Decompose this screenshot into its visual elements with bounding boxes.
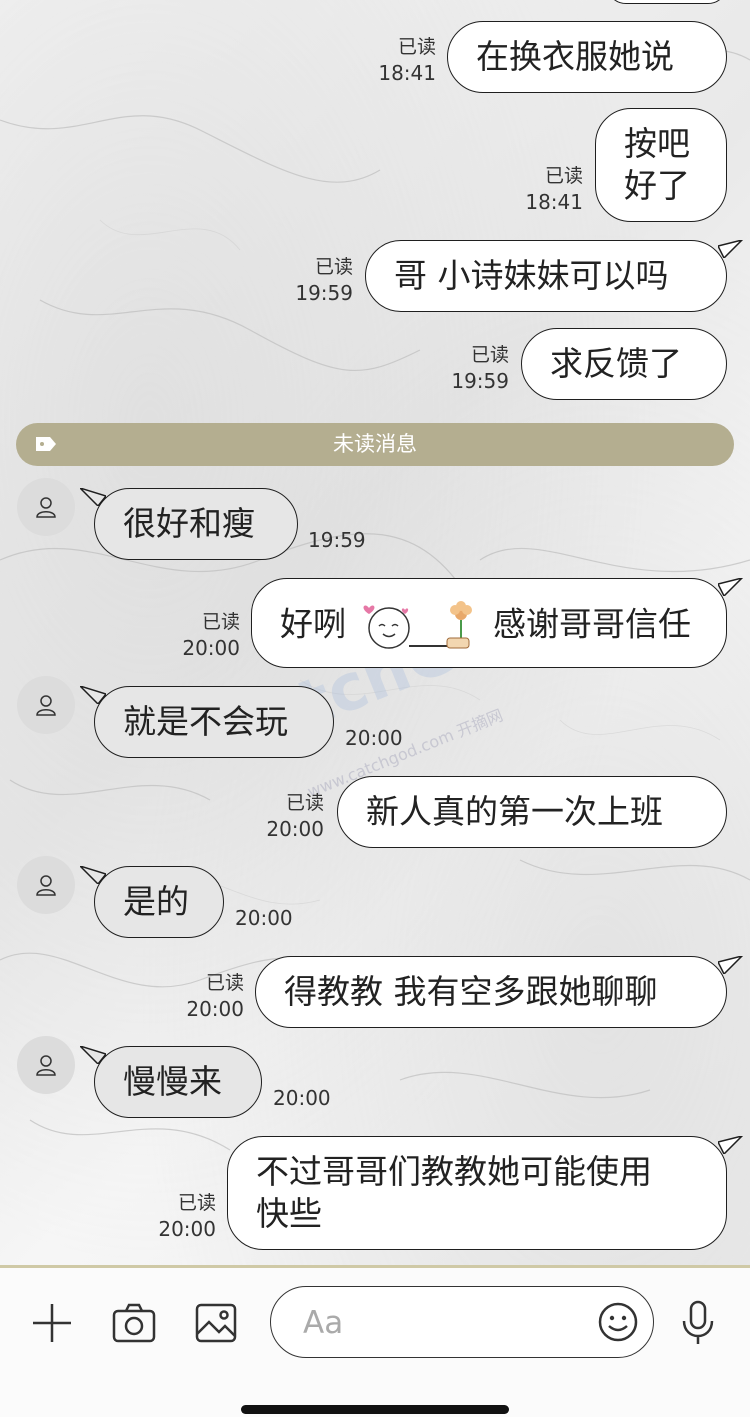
- outgoing-message[interactable]: 新人真的第一次上班: [337, 776, 727, 848]
- partial-bubble: [606, 0, 728, 4]
- person-icon: [36, 497, 56, 518]
- read-status: 已读: [285, 792, 324, 814]
- image-icon: [195, 1303, 237, 1343]
- emoji-icon[interactable]: [597, 1301, 639, 1343]
- message-text: 是的: [123, 882, 189, 921]
- message-meta: 已读 18:41: [517, 163, 583, 215]
- message-time: 20:00: [266, 817, 324, 841]
- read-status: 已读: [205, 972, 244, 994]
- camera-icon: [112, 1303, 156, 1343]
- chat-area[interactable]: 已读 18:41 在换衣服她说 已读 18:41 按吧 好了 已读 19:59 …: [0, 0, 750, 1265]
- incoming-message[interactable]: 慢慢来: [94, 1046, 262, 1118]
- avatar[interactable]: [17, 676, 75, 734]
- person-icon: [36, 875, 56, 896]
- camera-button[interactable]: [109, 1298, 159, 1348]
- message-text: 新人真的第一次上班: [366, 792, 663, 831]
- message-meta: 已读 20:00: [150, 1190, 216, 1242]
- outgoing-message[interactable]: 在换衣服她说: [447, 21, 727, 93]
- message-time: 19:59: [451, 369, 509, 393]
- message-text: 哥 小诗妹妹可以吗: [394, 256, 669, 295]
- tag-icon: [36, 437, 56, 451]
- message-meta: 已读 19:59: [287, 254, 353, 306]
- message-text-line: 不过哥哥们教教她可能使用: [256, 1152, 652, 1191]
- message-text-line: 快些: [256, 1194, 322, 1233]
- message-input[interactable]: [301, 1301, 585, 1345]
- avatar[interactable]: [17, 856, 75, 914]
- message-time: 18:41: [525, 190, 583, 214]
- home-indicator[interactable]: [241, 1405, 509, 1414]
- bubble-tail: [718, 578, 744, 596]
- sticker-emoji: [363, 601, 472, 649]
- message-time: 20:00: [345, 726, 403, 750]
- message-time: 20:00: [158, 1217, 216, 1241]
- message-text-line: 按吧: [624, 124, 690, 163]
- avatar[interactable]: [17, 1036, 75, 1094]
- outgoing-message[interactable]: 哥 小诗妹妹可以吗: [365, 240, 727, 312]
- message-meta: 已读 19:59: [443, 342, 509, 394]
- message-meta: 已读 20:00: [178, 970, 244, 1022]
- bubble-tail: [718, 240, 744, 258]
- bubble-tail: [718, 956, 744, 974]
- microphone-icon: [682, 1300, 714, 1344]
- avatar[interactable]: [17, 478, 75, 536]
- read-status: 已读: [544, 165, 583, 187]
- incoming-message[interactable]: 是的: [94, 866, 224, 938]
- outgoing-message[interactable]: 求反馈了: [521, 328, 727, 400]
- message-meta: 已读 20:00: [174, 609, 240, 661]
- message-time: 20:00: [182, 636, 240, 660]
- message-time: 20:00: [186, 997, 244, 1021]
- add-button[interactable]: [27, 1298, 77, 1348]
- message-time: 20:00: [235, 906, 293, 930]
- message-meta: 已读 18:41: [370, 34, 436, 86]
- message-time: 19:59: [295, 281, 353, 305]
- outgoing-message[interactable]: 不过哥哥们教教她可能使用 快些: [227, 1136, 727, 1250]
- outgoing-message[interactable]: 按吧 好了: [595, 108, 727, 222]
- message-text: 就是不会玩: [123, 702, 288, 741]
- person-icon: [36, 695, 56, 716]
- read-status: 已读: [470, 344, 509, 366]
- read-status: 已读: [397, 36, 436, 58]
- read-status: 已读: [201, 611, 240, 633]
- message-time: 18:41: [378, 61, 436, 85]
- unread-label: 未读消息: [333, 432, 417, 456]
- image-button[interactable]: [191, 1298, 241, 1348]
- message-time: 19:59: [308, 528, 366, 552]
- unread-messages-divider: 未读消息: [16, 423, 734, 466]
- read-status: 已读: [314, 256, 353, 278]
- message-text: 求反馈了: [550, 344, 682, 383]
- message-text: 感谢哥哥信任: [493, 604, 691, 644]
- incoming-message[interactable]: 就是不会玩: [94, 686, 334, 758]
- message-text-line: 好了: [624, 166, 690, 205]
- bubble-tail: [718, 1136, 744, 1154]
- voice-button[interactable]: [673, 1298, 723, 1348]
- outgoing-message[interactable]: 得教教 我有空多跟她聊聊: [255, 956, 727, 1028]
- message-text: 慢慢来: [123, 1062, 222, 1101]
- message-text: 得教教 我有空多跟她聊聊: [284, 972, 658, 1011]
- message-meta: 已读 20:00: [258, 790, 324, 842]
- message-text: 好咧: [280, 604, 346, 644]
- person-icon: [36, 1055, 56, 1076]
- read-status: 已读: [177, 1192, 216, 1214]
- incoming-message[interactable]: 很好和瘦: [94, 488, 298, 560]
- message-time: 20:00: [273, 1086, 331, 1110]
- message-text: 在换衣服她说: [476, 37, 674, 76]
- message-text: 很好和瘦: [123, 504, 255, 543]
- message-input-container[interactable]: [270, 1286, 654, 1358]
- outgoing-message[interactable]: 好咧 感谢哥哥信任: [251, 578, 727, 668]
- plus-icon: [33, 1304, 71, 1342]
